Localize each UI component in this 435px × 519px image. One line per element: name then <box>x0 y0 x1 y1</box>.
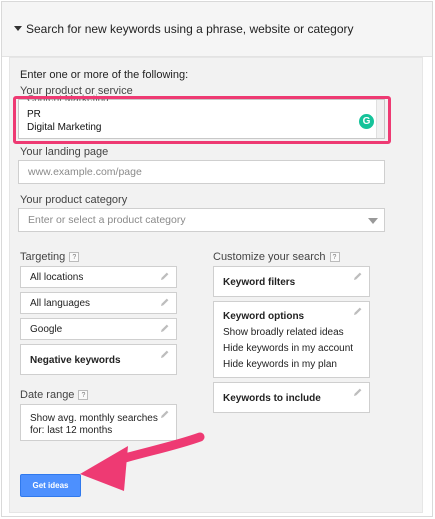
option-hide-plan: Hide keywords in my plan <box>223 359 337 370</box>
chip-label: Google <box>30 324 63 335</box>
get-ideas-button[interactable]: Get ideas <box>20 474 81 497</box>
category-select[interactable]: Enter or select a product category <box>18 208 385 232</box>
keyword-filters-label: Keyword filters <box>223 277 296 288</box>
targeting-network[interactable]: Google <box>20 318 177 340</box>
chip-label: All locations <box>30 272 84 283</box>
keyword-filters[interactable]: Keyword filters <box>213 266 370 297</box>
help-icon[interactable]: ? <box>78 390 89 400</box>
keyword-options-title: Keyword options <box>223 311 305 322</box>
date-range-line2: for: last 12 months <box>30 425 113 436</box>
pencil-icon[interactable] <box>160 297 170 307</box>
pencil-icon[interactable] <box>160 323 170 333</box>
keywords-to-include[interactable]: Keywords to include <box>213 382 370 413</box>
chip-label: All languages <box>30 298 91 309</box>
panel-title: Search for new keywords using a phrase, … <box>26 22 354 36</box>
pencil-icon[interactable] <box>160 409 170 419</box>
date-range-chip[interactable]: Show avg. monthly searches for: last 12 … <box>20 404 177 441</box>
category-placeholder: Enter or select a product category <box>28 214 186 226</box>
chip-label: Negative keywords <box>30 355 121 366</box>
date-range-label: Date range? <box>20 389 89 401</box>
category-label: Your product category <box>20 194 128 206</box>
dropdown-caret-icon[interactable] <box>368 218 378 224</box>
landing-page-input[interactable]: www.example.com/page <box>18 160 385 184</box>
pencil-icon[interactable] <box>160 271 170 281</box>
pencil-icon[interactable] <box>160 349 170 359</box>
pencil-icon[interactable] <box>353 271 363 281</box>
pencil-icon[interactable] <box>353 306 363 316</box>
targeting-locations[interactable]: All locations <box>20 266 177 288</box>
landing-label: Your landing page <box>20 146 109 158</box>
pencil-icon[interactable] <box>353 387 363 397</box>
help-icon[interactable]: ? <box>329 252 340 262</box>
help-icon[interactable]: ? <box>69 252 80 262</box>
date-range-line1: Show avg. monthly searches <box>30 413 158 424</box>
targeting-label: Targeting? <box>20 251 80 263</box>
option-broadly-related: Show broadly related ideas <box>223 327 344 338</box>
option-hide-account: Hide keywords in my account <box>223 343 354 354</box>
customize-label: Customize your search? <box>213 251 340 263</box>
keywords-to-include-label: Keywords to include <box>223 393 321 404</box>
landing-placeholder: www.example.com/page <box>28 166 142 178</box>
form-intro: Enter one or more of the following: <box>20 69 189 81</box>
negative-keywords[interactable]: Negative keywords <box>20 344 177 375</box>
highlight-box <box>13 96 391 144</box>
collapse-triangle-icon[interactable] <box>14 26 22 31</box>
targeting-languages[interactable]: All languages <box>20 292 177 314</box>
panel-header[interactable]: Search for new keywords using a phrase, … <box>2 2 432 57</box>
keyword-options[interactable]: Keyword options Show broadly related ide… <box>213 301 370 378</box>
